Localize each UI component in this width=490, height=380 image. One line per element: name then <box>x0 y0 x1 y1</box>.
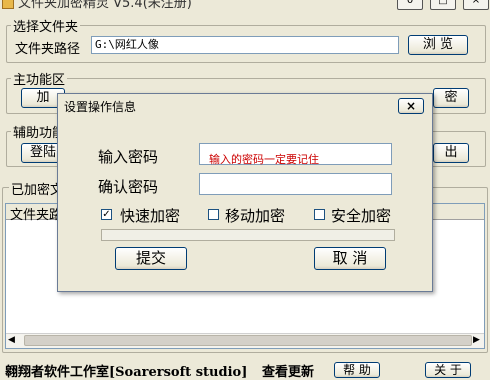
confirm-password-input[interactable] <box>199 173 392 195</box>
select-folder-label: 选择文件夹 <box>11 16 81 35</box>
scrollbar-thumb[interactable] <box>24 335 472 346</box>
close-icon: × <box>405 99 417 113</box>
check-update-link[interactable]: 查看更新 <box>262 361 314 380</box>
browse-button[interactable]: 浏 览 <box>408 35 468 55</box>
scroll-right-arrow-icon[interactable]: ▶ <box>473 335 480 345</box>
exit-button[interactable]: 出 <box>433 143 469 163</box>
minimize-button[interactable]: 0 <box>397 0 423 10</box>
folder-path-field[interactable]: G:\网红人像 <box>91 36 399 54</box>
studio-label: 翱翔者软件工作室[Soarersoft studio] <box>5 365 248 380</box>
horizontal-scrollbar[interactable]: ◀ ▶ <box>6 333 484 348</box>
dialog-close-button[interactable]: × <box>398 98 424 114</box>
progress-bar <box>101 229 395 241</box>
main-function-label: 主功能区 <box>11 69 68 88</box>
decrypt-button[interactable]: 密 <box>433 88 469 108</box>
password-input[interactable]: 输入的密码一定要记住 <box>199 143 392 166</box>
dialog-title-bar: 设置操作信息 × <box>58 94 432 118</box>
folder-path-label: 文件夹路径 <box>15 42 81 57</box>
window-title: 文件夹加密精灵 V5.4(未注册) <box>18 0 192 10</box>
quick-encrypt-label: 快速加密 <box>120 207 181 225</box>
dialog-title: 设置操作信息 <box>64 100 137 114</box>
close-button[interactable]: × <box>463 0 489 10</box>
app-icon <box>2 0 14 9</box>
mobile-encrypt-label: 移动加密 <box>225 207 286 225</box>
scroll-left-arrow-icon[interactable]: ◀ <box>8 335 15 345</box>
submit-button[interactable]: 提交 <box>115 247 187 270</box>
settings-dialog: 设置操作信息 × 输入密码 输入的密码一定要记住 确认密码 ✓ 快速加密 移动加… <box>57 93 433 292</box>
safe-encrypt-label: 安全加密 <box>331 207 392 225</box>
confirm-password-label: 确认密码 <box>98 178 159 196</box>
quick-encrypt-checkbox[interactable]: ✓ <box>101 209 112 220</box>
password-hint: 输入的密码一定要记住 <box>209 153 319 166</box>
password-label: 输入密码 <box>98 148 159 166</box>
check-mark-icon: ✓ <box>102 209 111 220</box>
cancel-button[interactable]: 取 消 <box>314 247 386 270</box>
maximize-button[interactable]: □ <box>430 0 456 10</box>
title-bar: 文件夹加密精灵 V5.4(未注册) 0 □ × <box>0 0 490 10</box>
safe-encrypt-checkbox[interactable] <box>314 209 325 220</box>
column-header-folder-path[interactable]: 文件夹路 <box>10 204 62 223</box>
mobile-encrypt-checkbox[interactable] <box>208 209 219 220</box>
